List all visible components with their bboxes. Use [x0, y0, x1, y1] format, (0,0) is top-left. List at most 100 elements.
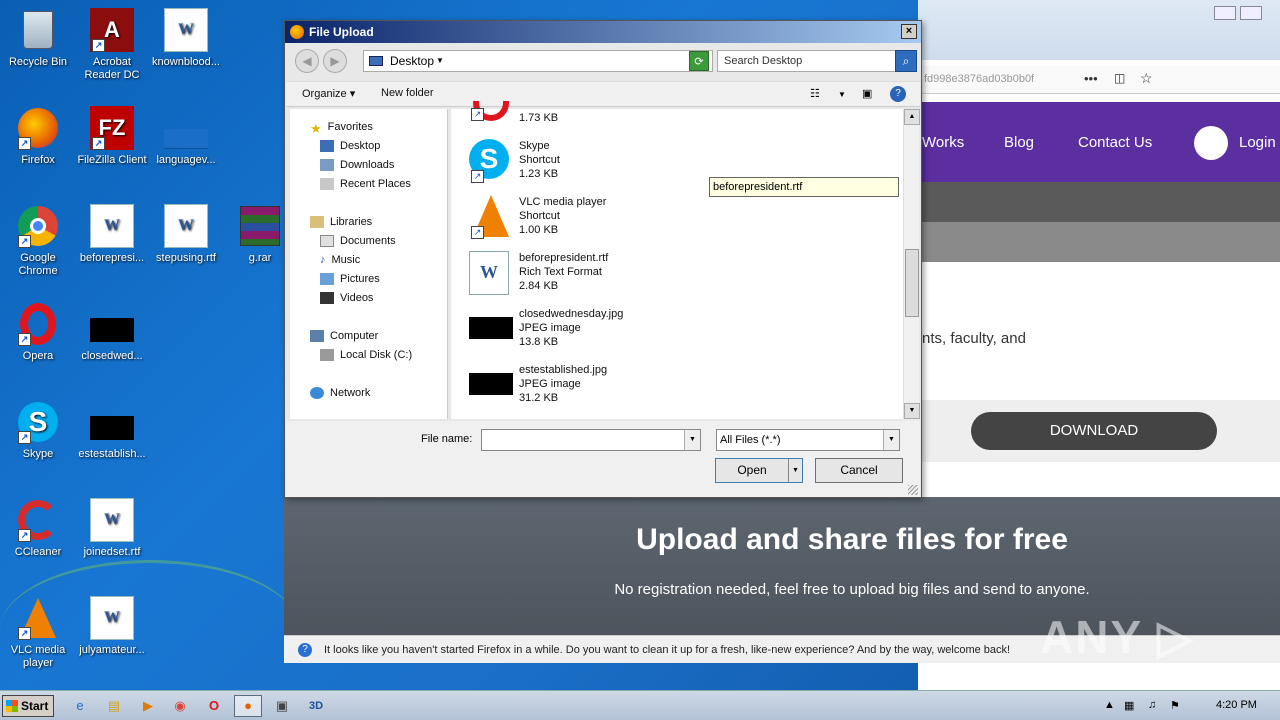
desktop-icon-ccleaner[interactable]: ↗ CCleaner [0, 498, 76, 559]
bookmark-star-icon[interactable]: ☆ [1140, 70, 1153, 87]
nav-desktop[interactable]: Desktop [320, 140, 380, 153]
flag-icon[interactable]: ⚑ [1170, 699, 1180, 712]
nav-music[interactable]: ♪ Music [320, 254, 360, 266]
file-item[interactable]: W beforepresident.rtf Rich Text Format 2… [469, 251, 709, 303]
open-button[interactable]: Open ▼ [715, 458, 803, 483]
help-icon[interactable]: ? [890, 86, 906, 102]
clock[interactable]: 4:20 PM [1216, 699, 1257, 711]
desktop-icon-languagev[interactable]: languagev... [148, 106, 224, 167]
desktop-icon-joinedset[interactable]: W joinedset.rtf [74, 498, 150, 559]
breadcrumb-chevron-icon[interactable]: ▼ [436, 51, 444, 71]
banner-dark [918, 182, 1280, 222]
file-list-scrollbar[interactable]: ▲ ▼ [903, 109, 920, 419]
network-tray-icon[interactable]: ▦ [1124, 699, 1134, 712]
jpeg-thumbnail-icon [469, 363, 513, 407]
desktop-icon-chrome[interactable]: ↗ Google Chrome [0, 204, 76, 278]
desktop-icon-stepusing[interactable]: W stepusing.rtf [148, 204, 224, 265]
nav-downloads[interactable]: Downloads [320, 159, 394, 172]
chrome-icon[interactable]: ◉ [166, 695, 194, 717]
desktop-icon-knownblood[interactable]: W knownblood... [148, 8, 224, 69]
desktop-icon-firefox[interactable]: ↗ Firefox [0, 106, 76, 167]
open-split-dropdown-icon[interactable]: ▼ [788, 459, 802, 482]
media-player-icon[interactable]: ▶ [134, 695, 162, 717]
desktop-icon-closedwed[interactable]: closedwed... [74, 302, 150, 363]
user-avatar-icon[interactable] [1194, 126, 1228, 160]
nav-videos[interactable]: Videos [320, 292, 373, 305]
icon-label: julyamateur... [79, 644, 145, 656]
nav-recent-places[interactable]: Recent Places [320, 178, 411, 191]
scroll-thumb[interactable] [905, 249, 919, 317]
nav-network[interactable]: Network [310, 387, 370, 400]
nav-favorites[interactable]: ★ Favorites [310, 121, 373, 136]
jpeg-thumbnail-icon [469, 307, 513, 351]
show-hidden-icons[interactable]: ▲ [1104, 699, 1115, 711]
nav-computer[interactable]: Computer [310, 330, 378, 343]
scroll-down-icon[interactable]: ▼ [904, 403, 920, 419]
file-name-input[interactable]: ▼ [481, 429, 701, 451]
nav-blog[interactable]: Blog [1004, 134, 1034, 151]
icon-label: FileZilla Client [77, 154, 147, 166]
nav-works[interactable]: Works [922, 134, 964, 151]
file-item[interactable]: S ↗ Skype Shortcut 1.23 KB [469, 139, 709, 191]
firefox-icon[interactable]: ● [234, 695, 262, 717]
nav-documents[interactable]: Documents [320, 235, 396, 248]
desktop-icon-estestablish[interactable]: estestablish... [74, 400, 150, 461]
nav-pictures[interactable]: Pictures [320, 273, 380, 286]
ie-icon[interactable]: e [66, 695, 94, 717]
desktop-icon-opera[interactable]: ↗ Opera [0, 302, 76, 363]
nav-local-disk[interactable]: Local Disk (C:) [320, 349, 412, 362]
view-dropdown-icon[interactable]: ▼ [838, 90, 846, 99]
nav-contact[interactable]: Contact Us [1078, 134, 1152, 151]
explorer-icon[interactable]: ▤ [100, 695, 128, 717]
icon-label: Firefox [21, 154, 55, 166]
desktop-icon-recycle-bin[interactable]: Recycle Bin [0, 8, 76, 69]
refresh-button[interactable]: ⟳ [689, 51, 709, 71]
cancel-button[interactable]: Cancel [815, 458, 903, 483]
file-name: beforepresident.rtf [519, 252, 609, 264]
new-folder-button[interactable]: New folder [381, 87, 434, 99]
location-breadcrumb[interactable]: Desktop ▼ ▼ [363, 50, 713, 72]
desktop-icon-beforepresi[interactable]: W beforepresi... [74, 204, 150, 265]
file-item[interactable]: estestablished.jpg JPEG image 31.2 KB [469, 363, 709, 415]
url-bar[interactable]: fd998e3876ad03b0b0f ••• ◫ ☆ [918, 66, 1280, 94]
app-window-icon[interactable]: ▣ [268, 695, 296, 717]
icon-label: Skype [22, 448, 54, 460]
search-input[interactable]: Search Desktop [717, 50, 897, 72]
file-type-select[interactable]: All Files (*.*) ▼ [716, 429, 900, 451]
more-actions-icon[interactable]: ••• [1084, 71, 1098, 86]
file-name-dropdown-icon[interactable]: ▼ [684, 430, 700, 450]
3d-app-icon[interactable]: 3D [302, 695, 330, 717]
preview-pane-icon[interactable]: ▣ [862, 87, 872, 100]
file-item[interactable]: ↗ VLC media player Shortcut 1.00 KB [469, 195, 709, 247]
download-button[interactable]: DOWNLOAD [971, 412, 1217, 450]
volume-icon[interactable]: ♫ [1148, 699, 1156, 711]
back-button[interactable]: ◀ [295, 49, 319, 73]
close-button[interactable]: × [901, 24, 917, 39]
view-options-icon[interactable]: ☷ [810, 87, 820, 100]
pocket-icon[interactable]: ◫ [1114, 71, 1125, 85]
nav-login[interactable]: Login [1239, 134, 1276, 151]
search-icon[interactable]: ⌕ [895, 50, 917, 72]
desktop-icon-julyamateur[interactable]: W julyamateur... [74, 596, 150, 657]
file-type-dropdown-icon[interactable]: ▼ [883, 430, 899, 450]
desktop-icon-skype[interactable]: S ↗ Skype [0, 400, 76, 461]
scroll-up-icon[interactable]: ▲ [904, 109, 920, 125]
resize-grip[interactable] [908, 485, 918, 495]
desktop-icon-acrobat[interactable]: A ↗ Acrobat Reader DC [74, 8, 150, 82]
minimize-button[interactable] [1214, 6, 1236, 20]
file-name: Skype [519, 140, 550, 152]
organize-button[interactable]: Organize ▾ [302, 87, 355, 100]
maximize-button[interactable] [1240, 6, 1262, 20]
desktop-icon-filezilla[interactable]: FZ ↗ FileZilla Client [74, 106, 150, 167]
opera-icon[interactable]: O [200, 695, 228, 717]
hero-subtitle: No registration needed, feel free to upl… [614, 581, 1090, 598]
forward-button[interactable]: ▶ [323, 49, 347, 73]
word-doc-icon: W [469, 251, 513, 295]
start-button[interactable]: Start [2, 695, 54, 717]
nav-libraries[interactable]: Libraries [310, 216, 372, 229]
black-image-icon [90, 400, 134, 444]
file-size: 1.73 KB [519, 112, 559, 124]
file-item[interactable]: closedwednesday.jpg JPEG image 13.8 KB [469, 307, 709, 359]
black-image-icon [90, 302, 134, 346]
desktop-icon-vlc[interactable]: ↗ VLC media player [0, 596, 76, 670]
